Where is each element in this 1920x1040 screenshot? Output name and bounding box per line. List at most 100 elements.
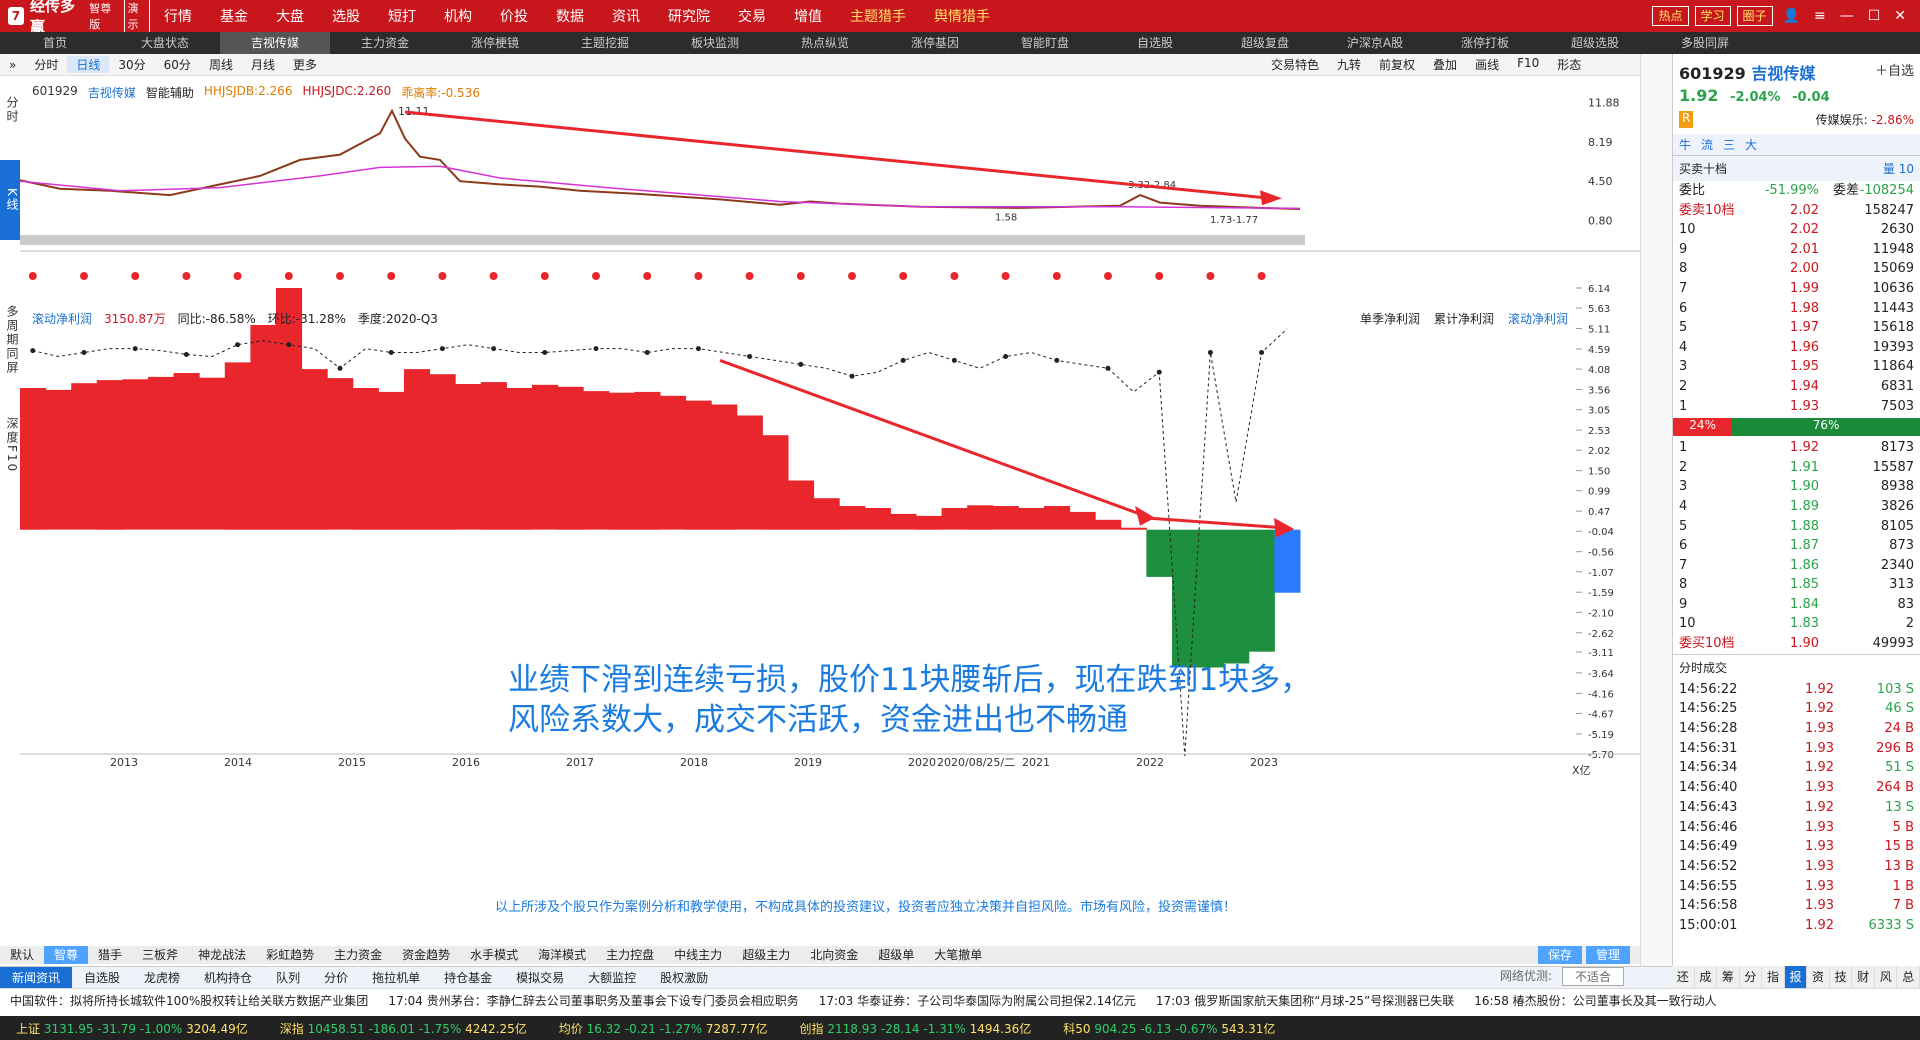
menu-item-3[interactable]: 选股 [318,6,374,26]
quote-bottom-tab-5[interactable]: 报 [1784,966,1808,988]
left-tab-kline[interactable]: K线 [0,160,20,240]
page-tab-9[interactable]: 智能盯盘 [990,32,1100,54]
quote-bottom-tab-8[interactable]: 财 [1852,966,1875,988]
index-0[interactable]: 上证 3131.95 -31.79 -1.00% 3204.49亿 [0,1020,264,1037]
indicator-tab-13[interactable]: 北向资金 [800,946,868,964]
menu-item-8[interactable]: 资讯 [598,6,654,26]
page-tab-3[interactable]: 主力资金 [330,32,440,54]
menu-item-13[interactable]: 舆情猎手 [920,6,1004,26]
page-tab-12[interactable]: 沪深京A股 [1320,32,1430,54]
news-tab-0[interactable]: 新闻资讯 [0,966,73,989]
quote-tab-0[interactable]: 牛 [1679,136,1691,153]
indicator-tab-5[interactable]: 彩虹趋势 [256,946,324,964]
quote-tab-1[interactable]: 流 [1701,136,1713,153]
tick-list[interactable]: 14:56:22 1.92 103 S 14:56:25 1.92 46 S 14:56:2… [1673,680,1920,936]
period-tab-4[interactable]: 周线 [200,56,242,73]
page-tab-8[interactable]: 涨停基因 [880,32,990,54]
news-tab-9[interactable]: 大额监控 [576,967,648,989]
user-icon[interactable]: 👤 [1779,8,1804,24]
tab-cumulative[interactable]: 累计净利润 [1434,310,1494,327]
page-tab-7[interactable]: 热点纵览 [770,32,880,54]
tab-single-quarter[interactable]: 单季净利润 [1360,310,1420,327]
quote-bottom-tab-3[interactable]: 分 [1740,966,1763,988]
sector-name[interactable]: 传媒娱乐: [1816,113,1868,127]
ticker-item-0[interactable]: 中国软件：拟将所持长城软件100%股权转让给关联方数据产业集团 [0,992,378,1009]
quote-bottom-tab-4[interactable]: 指 [1762,966,1785,988]
quote-tab-2[interactable]: 三 [1723,136,1735,153]
indicator-tab-6[interactable]: 主力资金 [324,946,392,964]
indicator-tab-7[interactable]: 资金趋势 [392,946,460,964]
news-tab-8[interactable]: 模拟交易 [504,967,576,989]
toggle-icon[interactable]: » [0,58,25,72]
page-tab-13[interactable]: 涨停打板 [1430,32,1540,54]
menu-item-10[interactable]: 交易 [724,6,780,26]
indicator-tab-1[interactable]: 智尊 [44,946,89,964]
tool-button-5[interactable]: F10 [1508,56,1548,73]
level-toggle[interactable]: 量 10 [1883,160,1914,177]
quote-bottom-tab-1[interactable]: 成 [1695,966,1718,988]
menu-item-1[interactable]: 基金 [206,6,262,26]
news-tab-2[interactable]: 龙虎榜 [132,967,192,989]
indicator-tab-10[interactable]: 主力控盘 [596,946,664,964]
indicator-tab-3[interactable]: 三板斧 [132,946,188,964]
page-tab-14[interactable]: 超级选股 [1540,32,1650,54]
tool-button-0[interactable]: 交易特色 [1262,56,1328,73]
tool-button-6[interactable]: 形态 [1548,56,1590,73]
menu-icon[interactable]: ≡ [1810,8,1830,24]
ticker-item-3[interactable]: 17:03 俄罗斯国家航天集团称“月球-25”号探测器已失联 [1146,992,1464,1009]
index-2[interactable]: 均价 16.32 -0.21 -1.27% 7287.77亿 [543,1020,784,1037]
page-tab-11[interactable]: 超级复盘 [1210,32,1320,54]
menu-item-2[interactable]: 大盘 [262,6,318,26]
tool-button-3[interactable]: 叠加 [1424,56,1466,73]
tool-button-1[interactable]: 九转 [1328,56,1370,73]
index-1[interactable]: 深指 10458.51 -186.01 -1.75% 4242.25亿 [264,1020,543,1037]
menu-item-7[interactable]: 数据 [542,6,598,26]
indicator-tab-4[interactable]: 神龙战法 [188,946,256,964]
menu-item-11[interactable]: 增值 [780,6,836,26]
page-tab-1[interactable]: 大盘状态 [110,32,220,54]
tool-button-2[interactable]: 前复权 [1370,56,1424,73]
ticker-item-2[interactable]: 17:03 华泰证券：子公司华泰国际为附属公司担保2.14亿元 [809,992,1146,1009]
page-tab-0[interactable]: 首页 [0,32,110,54]
left-tab-f10[interactable]: 深度F10 [0,395,20,495]
menu-item-9[interactable]: 研究院 [654,6,724,26]
indicator-tab-15[interactable]: 大笔撤单 [924,946,992,964]
left-tab-multiperiod[interactable]: 多周期同屏 [0,290,20,390]
page-tab-2[interactable]: 吉视传媒 [220,32,330,54]
demo-badge[interactable]: 演示 [124,0,150,33]
ticker-item-4[interactable]: 16:58 椿杰股份：公司董事长及其一致行动人 [1464,992,1726,1009]
period-tab-0[interactable]: 分时 [25,56,67,73]
circle-button[interactable]: 圈子 [1736,6,1773,26]
period-tab-5[interactable]: 月线 [242,56,284,73]
left-tab-timeshare[interactable]: 分时 [0,90,20,130]
page-tab-5[interactable]: 主题挖掘 [550,32,660,54]
save-button[interactable]: 保存 [1537,946,1582,964]
quote-bottom-tab-0[interactable]: 还 [1672,966,1695,988]
index-4[interactable]: 科50 904.25 -6.13 -0.67% 543.31亿 [1047,1020,1291,1037]
news-tab-6[interactable]: 拖拉机单 [360,967,432,989]
news-tab-3[interactable]: 机构持仓 [192,967,264,989]
news-tab-10[interactable]: 股权激励 [648,967,720,989]
indicator-tab-0[interactable]: 默认 [0,946,44,964]
menu-item-0[interactable]: 行情 [150,6,206,26]
chart-canvas[interactable]: 11.888.194.500.8011.113.32-2.841.581.73-… [20,76,1640,946]
index-3[interactable]: 创指 2118.93 -28.14 -1.31% 1494.36亿 [784,1020,1048,1037]
add-watchlist-button[interactable]: ＋自选 [1875,60,1914,84]
page-tab-15[interactable]: 多股同屏 [1650,32,1760,54]
menu-item-6[interactable]: 价投 [486,6,542,26]
indicator-tab-11[interactable]: 中线主力 [664,946,732,964]
news-tab-4[interactable]: 队列 [264,967,312,989]
quote-bottom-tab-9[interactable]: 风 [1875,966,1898,988]
quote-bottom-tab-2[interactable]: 筹 [1717,966,1740,988]
learn-button[interactable]: 学习 [1694,6,1731,26]
page-tab-4[interactable]: 涨停梗镜 [440,32,550,54]
menu-item-12[interactable]: 主题猎手 [836,6,920,26]
indicator-tab-12[interactable]: 超级主力 [732,946,800,964]
news-tab-1[interactable]: 自选股 [72,967,132,989]
ticker-item-1[interactable]: 17:04 贵州茅台：李静仁辞去公司董事职务及董事会下设专门委员会相应职务 [378,992,808,1009]
menu-item-5[interactable]: 机构 [430,6,486,26]
quote-bottom-tab-7[interactable]: 技 [1830,966,1853,988]
close-icon[interactable]: ✕ [1890,8,1910,24]
period-tab-2[interactable]: 30分 [109,56,154,73]
period-tab-1[interactable]: 日线 [67,56,110,73]
